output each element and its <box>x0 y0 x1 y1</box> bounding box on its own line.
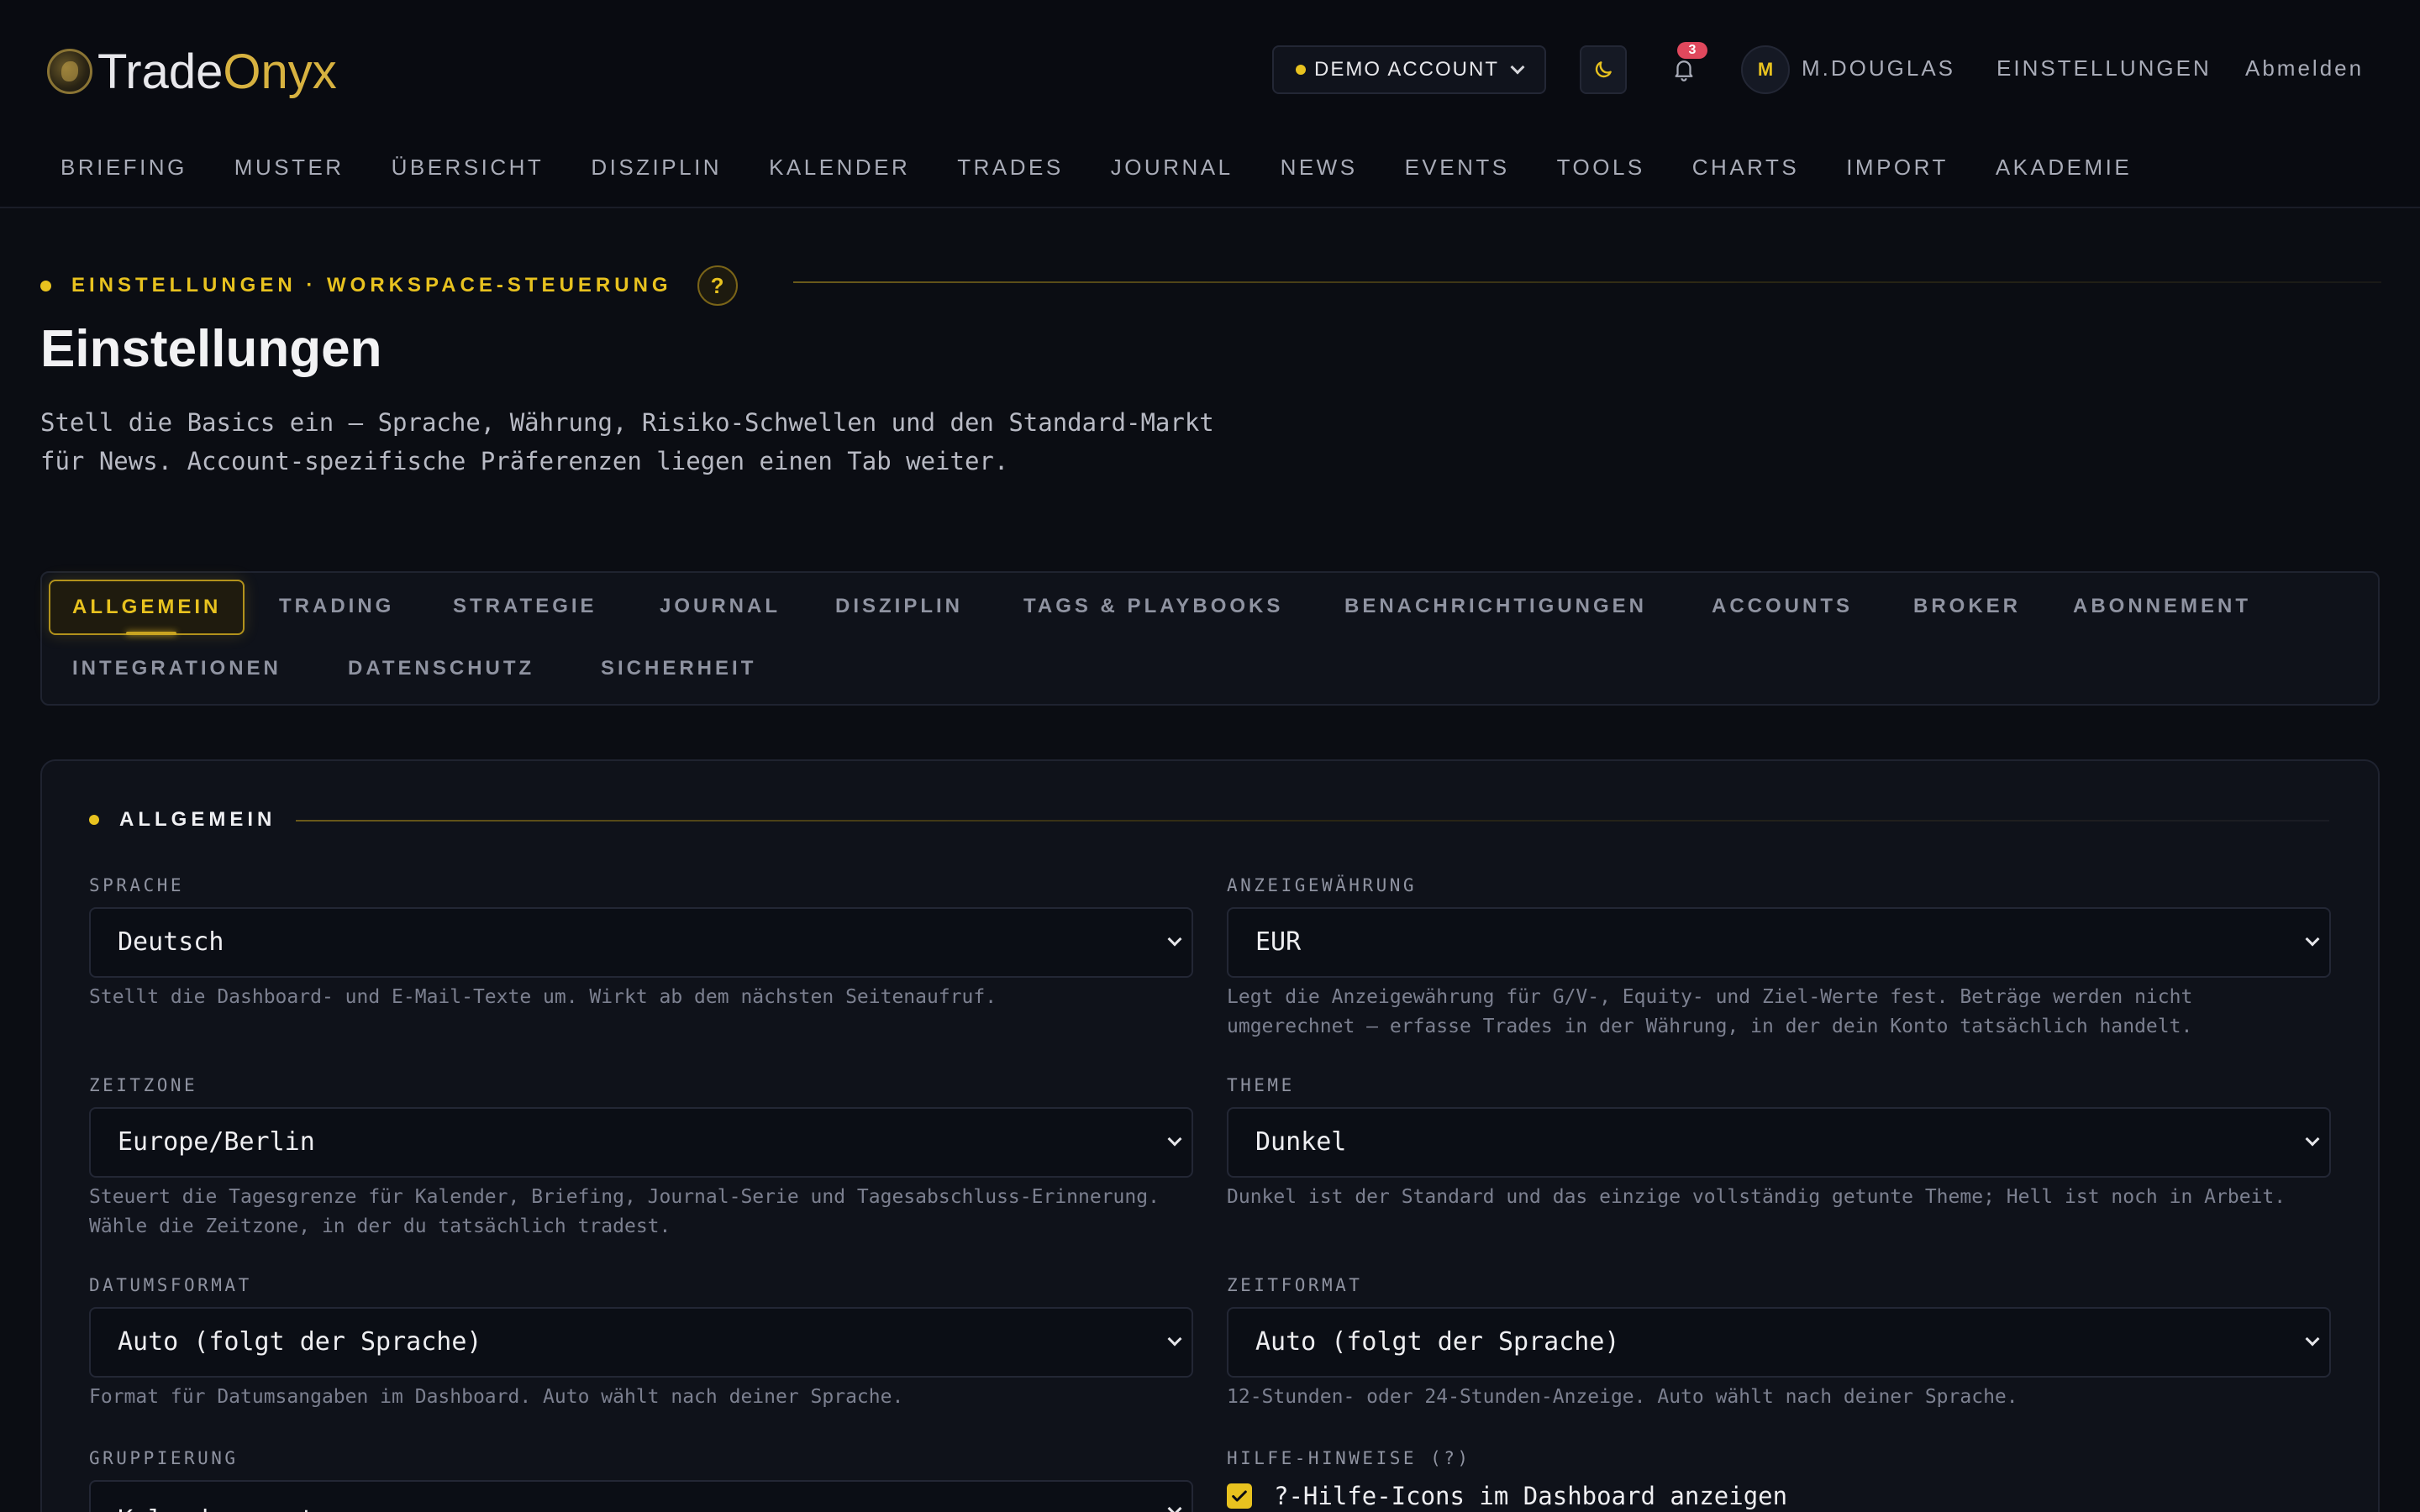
nav-item-import[interactable]: IMPORT <box>1846 155 1949 181</box>
language-label: SPRACHE <box>89 875 185 895</box>
tab-accounts[interactable]: ACCOUNTS <box>1712 595 1853 618</box>
nav-item-trades[interactable]: TRADES <box>957 155 1063 181</box>
time-format-select[interactable]: Auto (folgt der Sprache) <box>1227 1307 2331 1378</box>
tab-integrationen[interactable]: INTEGRATIONEN <box>72 657 281 680</box>
grouping-label: GRUPPIERUNG <box>89 1448 239 1468</box>
currency-select[interactable]: EUR <box>1227 907 2331 978</box>
tab-benachrichtigungen[interactable]: BENACHRICHTIGUNGEN <box>1344 595 1647 618</box>
settings-tabs <box>40 571 2380 706</box>
nav-item-muster[interactable]: MUSTER <box>234 155 345 181</box>
section-divider <box>296 820 2329 822</box>
timezone-value: Europe/Berlin <box>118 1127 315 1157</box>
tab-disziplin[interactable]: DISZIPLIN <box>835 595 963 618</box>
grouping-select[interactable]: Kalendermonat <box>89 1480 1193 1512</box>
user-menu-link[interactable]: M.DOUGLAS <box>1802 55 1955 81</box>
tab-journal[interactable]: JOURNAL <box>660 595 781 618</box>
timezone-help: Steuert die Tagesgrenze für Kalender, Br… <box>89 1186 1160 1237</box>
nav-item-charts[interactable]: CHARTS <box>1692 155 1799 181</box>
nav-item-uebersicht[interactable]: ÜBERSICHT <box>392 155 544 181</box>
nav-item-news[interactable]: NEWS <box>1281 155 1358 181</box>
theme-value: Dunkel <box>1255 1127 1347 1157</box>
help-hints-label: HILFE-HINWEISE (?) <box>1227 1448 1471 1468</box>
chevron-down-icon <box>1167 1131 1182 1147</box>
nav-item-disziplin[interactable]: DISZIPLIN <box>591 155 722 181</box>
active-tab-indicator <box>126 632 176 635</box>
page-eyebrow: EINSTELLUNGEN · WORKSPACE-STEUERUNG ? <box>40 265 738 306</box>
logo-mark-icon <box>47 49 92 94</box>
section-title: ALLGEMEIN <box>119 808 276 831</box>
time-format-help: 12-Stunden- oder 24-Stunden-Anzeige. Aut… <box>1227 1386 2018 1408</box>
time-format-label: ZEITFORMAT <box>1227 1275 1363 1295</box>
nav-item-kalender[interactable]: KALENDER <box>769 155 910 181</box>
nav-item-briefing[interactable]: BRIEFING <box>60 155 187 181</box>
bell-icon <box>1675 60 1693 81</box>
nav-item-akademie[interactable]: AKADEMIE <box>1996 155 2132 181</box>
chevron-down-icon <box>2305 1131 2320 1147</box>
theme-select[interactable]: Dunkel <box>1227 1107 2331 1178</box>
nav-item-tools[interactable]: TOOLS <box>1557 155 1645 181</box>
nav-item-events[interactable]: EVENTS <box>1405 155 1510 181</box>
grouping-value: Kalendermonat <box>118 1505 315 1512</box>
eyebrow-divider <box>793 281 2381 283</box>
help-button[interactable]: ? <box>697 265 738 306</box>
date-format-select[interactable]: Auto (folgt der Sprache) <box>89 1307 1193 1378</box>
chevron-down-icon <box>1167 1331 1182 1347</box>
date-format-value: Auto (folgt der Sprache) <box>118 1327 482 1357</box>
chevron-down-icon <box>1167 932 1182 947</box>
help-hints-checkbox[interactable] <box>1227 1483 1252 1509</box>
main-nav: BRIEFING MUSTER ÜBERSICHT DISZIPLIN KALE… <box>60 155 2179 181</box>
page-title: Einstellungen <box>40 320 382 378</box>
help-hints-checkbox-label[interactable]: ?-Hilfe-Icons im Dashboard anzeigen <box>1274 1482 1787 1510</box>
language-select[interactable]: Deutsch <box>89 907 1193 978</box>
time-format-value: Auto (folgt der Sprache) <box>1255 1327 1620 1357</box>
brand-logo[interactable]: TradeOnyx <box>47 42 337 101</box>
currency-help: Legt die Anzeigewährung für G/V-, Equity… <box>1227 986 2193 1037</box>
tab-allgemein[interactable]: ALLGEMEIN <box>49 580 245 635</box>
brand-name: TradeOnyx <box>97 44 337 99</box>
date-format-help: Format für Datumsangaben im Dashboard. A… <box>89 1386 904 1408</box>
account-switcher-button[interactable]: DEMO ACCOUNT <box>1272 45 1546 94</box>
page-subtitle: Stell die Basics ein — Sprache, Währung,… <box>40 408 1214 475</box>
nav-item-journal[interactable]: JOURNAL <box>1111 155 1234 181</box>
checkmark-icon <box>1232 1490 1247 1502</box>
tab-datenschutz[interactable]: DATENSCHUTZ <box>348 657 534 680</box>
theme-label: THEME <box>1227 1075 1295 1095</box>
date-format-label: DATUMSFORMAT <box>89 1275 252 1295</box>
theme-toggle-button[interactable] <box>1580 45 1627 94</box>
currency-label: ANZEIGEWÄHRUNG <box>1227 875 1418 895</box>
avatar[interactable]: M <box>1741 45 1790 94</box>
account-status-dot <box>1295 65 1306 75</box>
moon-icon <box>1595 61 1612 78</box>
theme-help: Dunkel ist der Standard und das einzige … <box>1227 1186 2286 1208</box>
eyebrow-dot <box>40 280 51 291</box>
eyebrow-text: EINSTELLUNGEN · WORKSPACE-STEUERUNG <box>71 274 672 297</box>
timezone-label: ZEITZONE <box>89 1075 198 1095</box>
tab-tags-playbooks[interactable]: TAGS & PLAYBOOKS <box>1023 595 1283 618</box>
tab-sicherheit[interactable]: SICHERHEIT <box>601 657 756 680</box>
notification-count-badge: 3 <box>1677 42 1707 59</box>
logout-link[interactable]: Abmelden <box>2245 55 2364 81</box>
timezone-select[interactable]: Europe/Berlin <box>89 1107 1193 1178</box>
language-value: Deutsch <box>118 927 224 957</box>
settings-link[interactable]: EINSTELLUNGEN <box>1996 55 2212 81</box>
tab-trading[interactable]: TRADING <box>279 595 394 618</box>
section-header: ALLGEMEIN <box>89 808 276 832</box>
tab-abonnement[interactable]: ABONNEMENT <box>2073 595 2251 618</box>
currency-value: EUR <box>1255 927 1302 957</box>
chevron-down-icon <box>2305 1331 2320 1347</box>
chevron-down-icon <box>1167 1501 1182 1512</box>
top-bar: TradeOnyx DEMO ACCOUNT 3 M M.DOUGLAS EIN… <box>0 0 2420 208</box>
language-help: Stellt die Dashboard- und E-Mail-Texte u… <box>89 986 997 1008</box>
tab-strategie[interactable]: STRATEGIE <box>453 595 597 618</box>
chevron-down-icon <box>2305 932 2320 947</box>
tab-broker[interactable]: BROKER <box>1913 595 2021 618</box>
account-label: DEMO ACCOUNT <box>1313 58 1499 81</box>
chevron-down-icon <box>1510 60 1525 75</box>
section-dot <box>89 815 99 825</box>
